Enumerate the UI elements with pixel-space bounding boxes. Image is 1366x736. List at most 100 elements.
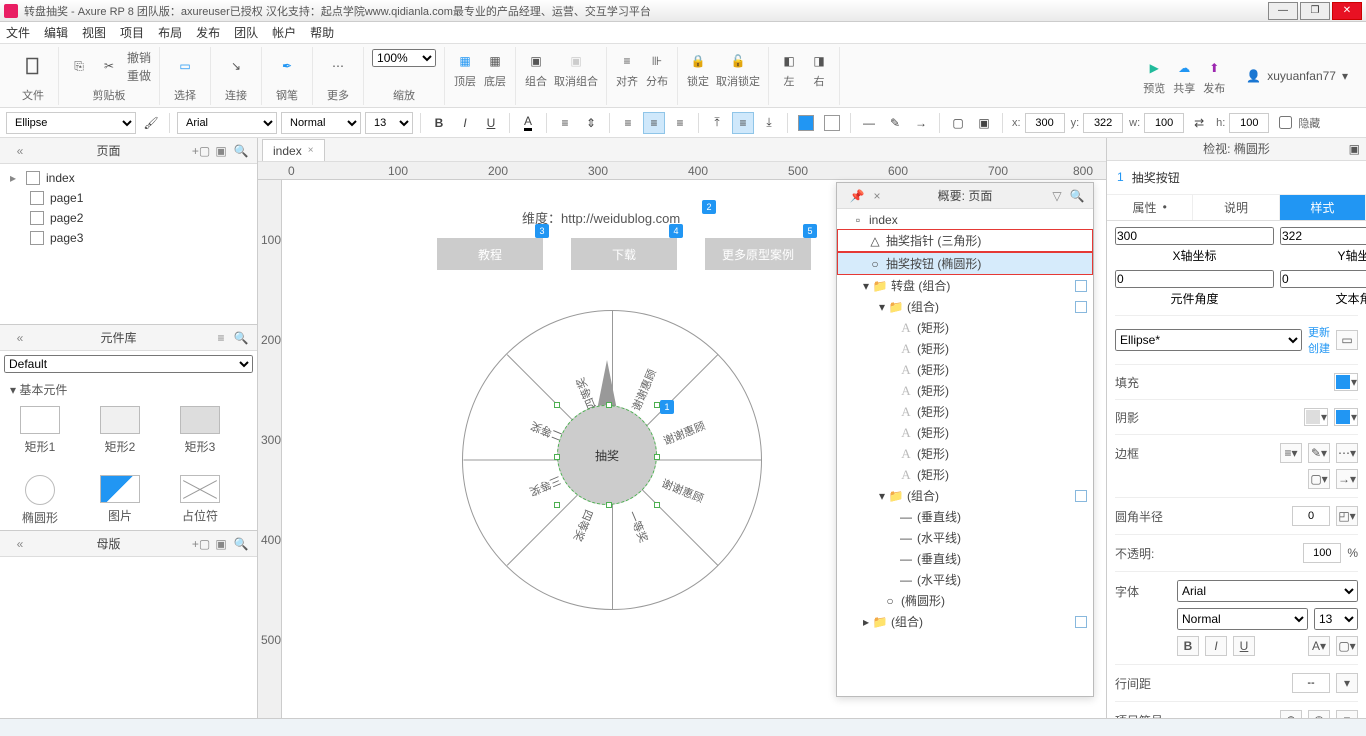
- tab-notes[interactable]: 说明: [1193, 195, 1279, 220]
- outline-row[interactable]: A(矩形): [837, 401, 1093, 422]
- add-folder-icon[interactable]: ▣: [213, 143, 229, 159]
- insp-italic-button[interactable]: I: [1205, 636, 1227, 656]
- share-icon[interactable]: ☁: [1172, 56, 1196, 80]
- basic-widgets-category[interactable]: ▾ 基本元件: [0, 377, 257, 402]
- shadow-out-button[interactable]: ▢: [947, 112, 969, 134]
- valign-top-button[interactable]: ⤒: [706, 112, 728, 134]
- maximize-button[interactable]: ❐: [1300, 2, 1330, 20]
- add-master-icon[interactable]: +▢: [193, 536, 209, 552]
- menu-project[interactable]: 项目: [120, 24, 144, 41]
- menu-view[interactable]: 视图: [82, 24, 106, 41]
- new-file-icon[interactable]: [16, 49, 50, 83]
- tab-index[interactable]: index×: [262, 139, 325, 161]
- close-icon[interactable]: ×: [869, 188, 885, 204]
- inner-shadow-picker[interactable]: ▾: [1334, 408, 1358, 426]
- insp-text-shadow-button[interactable]: ▢▾: [1336, 636, 1358, 656]
- insp-x-input[interactable]: [1115, 227, 1274, 245]
- connect-tool-icon[interactable]: ↘: [219, 49, 253, 83]
- align-icon[interactable]: ≡: [615, 49, 639, 73]
- collapse-icon[interactable]: «: [12, 536, 28, 552]
- minimize-button[interactable]: —: [1268, 2, 1298, 20]
- w-input[interactable]: [1144, 113, 1184, 133]
- outline-row[interactable]: ○抽奖按钮 (椭圆形): [837, 252, 1093, 275]
- tutorial-button[interactable]: 教程3: [437, 238, 543, 270]
- search-icon[interactable]: 🔍: [233, 143, 249, 159]
- add-folder-icon[interactable]: ▣: [213, 536, 229, 552]
- outer-shadow-picker[interactable]: ▾: [1304, 408, 1328, 426]
- border-style-picker[interactable]: ⋯▾: [1336, 443, 1358, 463]
- arrow-button[interactable]: →: [910, 112, 932, 134]
- outline-row[interactable]: —(水平线): [837, 527, 1093, 548]
- paint-format-icon[interactable]: 🖌: [140, 112, 162, 134]
- h-input[interactable]: [1229, 113, 1269, 133]
- outline-row[interactable]: ▾ 📁(组合): [837, 296, 1093, 317]
- pen-tool-icon[interactable]: ✒: [270, 49, 304, 83]
- outline-row[interactable]: ▾ 📁(组合): [837, 485, 1093, 506]
- align-left-icon[interactable]: ◧: [777, 49, 801, 73]
- redo-label[interactable]: 重做: [127, 67, 151, 84]
- border-style-button[interactable]: —: [858, 112, 880, 134]
- collapse-icon[interactable]: «: [12, 330, 28, 346]
- insp-underline-button[interactable]: U: [1233, 636, 1255, 656]
- select-tool-icon[interactable]: ▭: [168, 49, 202, 83]
- border-color-picker[interactable]: ✎▾: [1308, 443, 1330, 463]
- menu-help[interactable]: 帮助: [310, 24, 334, 41]
- insp-rotation-input[interactable]: [1115, 270, 1274, 288]
- menu-account[interactable]: 帐户: [272, 24, 296, 41]
- widget-placeholder[interactable]: 占位符: [170, 475, 230, 526]
- more-tool-icon[interactable]: ⋯: [321, 49, 355, 83]
- widget-image[interactable]: 图片: [90, 475, 150, 526]
- outline-row[interactable]: A(矩形): [837, 317, 1093, 338]
- user-name[interactable]: xuyuanfan77: [1267, 69, 1336, 83]
- align-right-button[interactable]: ≡: [669, 112, 691, 134]
- widget-rect1[interactable]: 矩形1: [10, 406, 70, 455]
- outline-row[interactable]: ▫index: [837, 211, 1093, 229]
- line-color-button[interactable]: [821, 112, 843, 134]
- fill-color-button[interactable]: [795, 112, 817, 134]
- italic-button[interactable]: I: [454, 112, 476, 134]
- unlock-icon[interactable]: 🔓: [726, 49, 750, 73]
- outline-row[interactable]: —(水平线): [837, 569, 1093, 590]
- menu-edit[interactable]: 编辑: [44, 24, 68, 41]
- insp-text-color-button[interactable]: A▾: [1308, 636, 1330, 656]
- tree-item-page2[interactable]: page2: [0, 208, 257, 228]
- user-dropdown-icon[interactable]: ▾: [1342, 69, 1348, 83]
- tree-item-page1[interactable]: page1: [0, 188, 257, 208]
- insp-weight-select[interactable]: Normal: [1177, 608, 1308, 630]
- text-color-button[interactable]: A: [517, 112, 539, 134]
- shadow-in-button[interactable]: ▣: [973, 112, 995, 134]
- align-left-button[interactable]: ≡: [617, 112, 639, 134]
- border-color-button[interactable]: ✎: [884, 112, 906, 134]
- border-width-picker[interactable]: ≡▾: [1280, 443, 1302, 463]
- preview-icon[interactable]: ▶: [1142, 56, 1166, 80]
- align-right-icon[interactable]: ◨: [807, 49, 831, 73]
- search-icon[interactable]: 🔍: [233, 536, 249, 552]
- outline-row[interactable]: —(垂直线): [837, 506, 1093, 527]
- opacity-input[interactable]: [1303, 543, 1341, 563]
- search-icon[interactable]: 🔍: [1069, 188, 1085, 204]
- insp-y-input[interactable]: [1280, 227, 1366, 245]
- outline-row[interactable]: ○(椭圆形): [837, 590, 1093, 611]
- menu-publish[interactable]: 发布: [196, 24, 220, 41]
- lock-aspect-icon[interactable]: ⇄: [1188, 112, 1210, 134]
- bold-button[interactable]: B: [428, 112, 450, 134]
- search-icon[interactable]: 🔍: [233, 330, 249, 346]
- menu-file[interactable]: 文件: [6, 24, 30, 41]
- lottery-button[interactable]: 抽奖 1: [557, 405, 657, 505]
- widget-rect2[interactable]: 矩形2: [90, 406, 150, 455]
- tree-item-page3[interactable]: page3: [0, 228, 257, 248]
- cut-icon[interactable]: ✂: [97, 54, 121, 78]
- filter-icon[interactable]: ▽: [1049, 188, 1065, 204]
- align-center-button[interactable]: ≡: [643, 112, 665, 134]
- popout-icon[interactable]: ▣: [1349, 142, 1360, 156]
- radius-corner-picker[interactable]: ◰▾: [1336, 506, 1358, 526]
- outline-row[interactable]: A(矩形): [837, 443, 1093, 464]
- create-link[interactable]: 创建: [1308, 340, 1330, 356]
- publish-icon[interactable]: ⬆: [1202, 56, 1226, 80]
- insp-font-select[interactable]: Arial: [1177, 580, 1358, 602]
- font-weight-select[interactable]: Normal: [281, 112, 361, 134]
- add-page-icon[interactable]: +▢: [193, 143, 209, 159]
- outline-row[interactable]: A(矩形): [837, 464, 1093, 485]
- tree-item-index[interactable]: ▸index: [0, 168, 257, 188]
- outline-row[interactable]: A(矩形): [837, 422, 1093, 443]
